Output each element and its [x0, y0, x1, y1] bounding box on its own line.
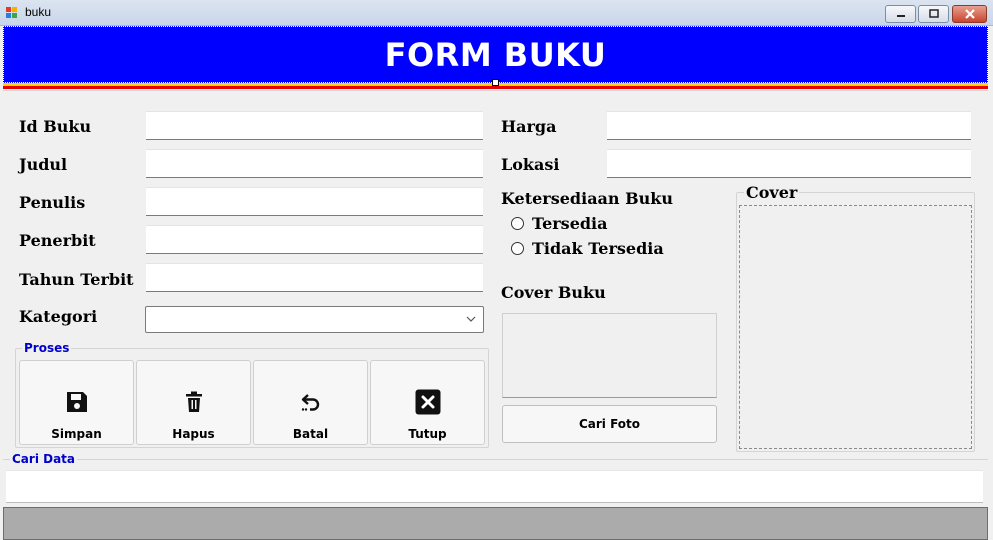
app-icon: [6, 7, 18, 19]
close-box-icon: [415, 389, 440, 415]
batal-button[interactable]: Batal: [253, 360, 368, 445]
label-judul: Judul: [19, 155, 68, 174]
label-kategori: Kategori: [19, 307, 98, 326]
label-penulis: Penulis: [19, 193, 86, 212]
kategori-select[interactable]: [145, 306, 484, 333]
maximize-button[interactable]: [918, 5, 949, 23]
divider: [3, 90, 988, 91]
window-titlebar: buku: [0, 0, 993, 26]
tutup-button[interactable]: Tutup: [370, 360, 485, 445]
cari-data-group: [3, 459, 988, 460]
lokasi-input[interactable]: [607, 149, 971, 178]
proses-legend: Proses: [22, 341, 72, 355]
radio-tersedia[interactable]: Tersedia: [511, 214, 608, 233]
undo-icon: [301, 394, 319, 411]
chevron-down-icon: [466, 316, 476, 322]
cover-buku-preview: [502, 313, 717, 398]
cari-data-legend: Cari Data: [10, 452, 78, 466]
judul-input[interactable]: [146, 149, 483, 178]
window-title: buku: [25, 5, 52, 19]
data-grid[interactable]: [3, 507, 988, 540]
search-input[interactable]: [6, 470, 983, 503]
simpan-label: Simpan: [51, 427, 102, 441]
id-buku-input[interactable]: [146, 111, 483, 140]
close-icon: [964, 9, 975, 19]
tutup-label: Tutup: [408, 427, 447, 441]
tahun-terbit-input[interactable]: [146, 263, 483, 292]
cover-image: [739, 205, 972, 449]
batal-label: Batal: [292, 427, 329, 441]
label-penerbit: Penerbit: [19, 231, 96, 250]
maximize-icon: [928, 9, 939, 18]
label-cover-buku: Cover Buku: [501, 283, 606, 302]
radio-tidak-tersedia[interactable]: Tidak Tersedia: [511, 239, 664, 258]
red-stripe: [3, 86, 988, 89]
radio-tidak-tersedia-label: Tidak Tersedia: [532, 239, 664, 258]
page-title: FORM BUKU: [384, 35, 607, 74]
label-harga: Harga: [501, 117, 557, 136]
harga-input[interactable]: [607, 111, 971, 140]
radio-circle-icon: [511, 217, 524, 230]
close-button[interactable]: [952, 5, 987, 23]
radio-tersedia-label: Tersedia: [532, 214, 608, 233]
cari-foto-button[interactable]: Cari Foto: [502, 405, 717, 443]
penerbit-input[interactable]: [146, 225, 483, 254]
label-tahun-terbit: Tahun Terbit: [19, 270, 134, 289]
minimize-button[interactable]: [885, 5, 916, 23]
save-icon: [66, 392, 87, 412]
simpan-button[interactable]: Simpan: [19, 360, 134, 445]
label-id-buku: Id Buku: [19, 117, 92, 136]
resize-handle[interactable]: [492, 79, 499, 86]
label-lokasi: Lokasi: [501, 155, 560, 174]
penulis-input[interactable]: [146, 187, 483, 216]
minimize-icon: [896, 15, 905, 17]
radio-circle-icon: [511, 242, 524, 255]
cover-legend: Cover: [744, 183, 800, 202]
header-banner: FORM BUKU: [3, 26, 988, 83]
trash-icon: [185, 391, 202, 412]
label-ketersediaan: Ketersediaan Buku: [501, 189, 673, 208]
hapus-label: Hapus: [172, 427, 215, 441]
hapus-button[interactable]: Hapus: [136, 360, 251, 445]
